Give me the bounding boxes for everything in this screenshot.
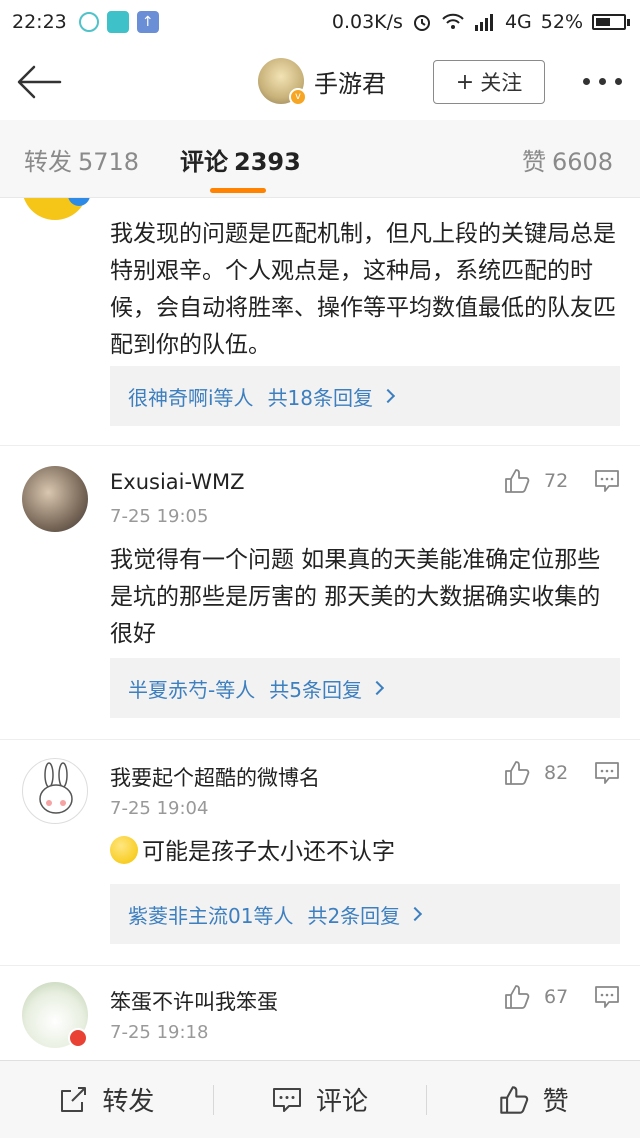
repost-button[interactable]: 转发: [0, 1081, 213, 1118]
comment-item: Exusiai-WMZ 7-25 19:05 72 我觉得有一个问题 如果真的天…: [0, 446, 640, 740]
like-count: 67: [544, 986, 569, 1008]
comment-time: 7-25 19:05: [110, 506, 209, 527]
headset-icon: [78, 12, 99, 32]
comment-text: 我发现的问题是匹配机制，但凡上段的关键局总是特别艰辛。个人观点是，这种局，系统匹…: [110, 221, 616, 358]
follow-label: 关注: [480, 71, 523, 95]
thumbs-up-icon[interactable]: [504, 760, 530, 786]
tab-label: 评论: [180, 148, 228, 176]
profile-header[interactable]: v 手游君: [258, 58, 386, 106]
reply-count[interactable]: 共18条回复: [268, 382, 373, 411]
comment-text: 可能是孩子太小还不认字: [110, 834, 620, 871]
reply-users[interactable]: 很神奇啊i等人: [128, 382, 254, 411]
chevron-right-icon: [369, 680, 385, 696]
comment-icon: [273, 1087, 301, 1112]
avatar[interactable]: [22, 466, 88, 532]
comment-username[interactable]: Exusiai-WMZ: [110, 470, 244, 494]
battery-percent: 52%: [540, 11, 583, 33]
reply-count[interactable]: 共2条回复: [307, 900, 400, 929]
active-tab-indicator: [210, 188, 266, 193]
tab-label: 赞: [522, 148, 546, 176]
tab-comments[interactable]: 评论 2393: [180, 142, 301, 177]
thumbs-up-icon[interactable]: [504, 984, 530, 1010]
smile-emoji-icon: [110, 836, 138, 864]
repost-label: 转发: [102, 1087, 155, 1117]
comment-item: 我要起个超酷的微博名 7-25 19:04 82 可能是孩子太小还不认字 紫菱非…: [0, 740, 640, 966]
bottom-action-bar: 转发 评论 赞: [0, 1060, 640, 1138]
avatar[interactable]: [22, 758, 88, 824]
comment-username[interactable]: 笨蛋不许叫我笨蛋: [110, 986, 278, 1016]
reply-summary[interactable]: 紫菱非主流01等人 共2条回复: [110, 884, 620, 944]
back-arrow-icon[interactable]: [16, 64, 62, 100]
verified-badge-icon: [68, 1028, 88, 1048]
follow-button[interactable]: + 关注: [433, 60, 545, 104]
bunny-avatar-icon: [39, 762, 73, 814]
alarm-icon: [413, 15, 430, 31]
comment-button[interactable]: 评论: [214, 1081, 427, 1118]
tab-count: 5718: [78, 148, 140, 176]
tab-label: 转发: [24, 148, 72, 176]
reply-summary[interactable]: 很神奇啊i等人 共18条回复: [110, 366, 620, 426]
tab-count: 6608: [552, 148, 614, 176]
comment-item: 我发现的问题是匹配机制，但凡上段的关键局总是特别艰辛。个人观点是，这种局，系统匹…: [0, 198, 640, 446]
tab-reposts[interactable]: 转发 5718: [24, 142, 139, 177]
tab-likes[interactable]: 赞 6608: [522, 142, 613, 177]
comment-item: 笨蛋不许叫我笨蛋 7-25 19:18 67: [0, 966, 640, 1060]
header: v 手游君 + 关注: [0, 44, 640, 120]
comment-actions: 82: [504, 760, 620, 786]
signal-icon: [474, 14, 493, 31]
tab-bar: 转发 5718 评论 2393 赞 6608: [0, 120, 640, 198]
share-icon: [61, 1086, 87, 1112]
reply-comment-icon[interactable]: [594, 468, 620, 494]
tab-count: 2393: [234, 148, 301, 176]
wifi-icon: [442, 13, 464, 29]
comment-label: 评论: [316, 1087, 369, 1117]
like-button[interactable]: 赞: [427, 1081, 640, 1118]
like-count: 82: [544, 762, 569, 784]
reply-summary[interactable]: 半夏赤芍-等人 共5条回复: [110, 658, 620, 718]
comment-list[interactable]: 我发现的问题是匹配机制，但凡上段的关键局总是特别艰辛。个人观点是，这种局，系统匹…: [0, 198, 640, 1060]
plus-icon: +: [455, 69, 475, 95]
comment-time: 7-25 19:04: [110, 798, 209, 819]
verified-badge-icon: v: [289, 88, 307, 106]
comment-username[interactable]: 我要起个超酷的微博名: [110, 762, 320, 792]
comment-actions: 72: [504, 468, 620, 494]
thumbs-up-icon: [499, 1085, 528, 1114]
page-title: 手游君: [314, 69, 386, 98]
comment-time: 7-25 19:18: [110, 1022, 209, 1043]
upload-icon: ↑: [136, 11, 159, 33]
comment-text: 我觉得有一个问题 如果真的天美能准确定位那些是坑的那些是厉害的 那天美的大数据确…: [110, 547, 601, 647]
comment-text-content: 可能是孩子太小还不认字: [142, 839, 395, 865]
avatar[interactable]: v: [258, 58, 307, 106]
battery-fill: [596, 18, 610, 26]
scan-icon: [106, 11, 129, 33]
more-options-icon[interactable]: [583, 78, 622, 85]
reply-comment-icon[interactable]: [594, 760, 620, 786]
network-speed: 0.03K/s: [331, 11, 403, 33]
thumbs-up-icon[interactable]: [504, 468, 530, 494]
comment-actions: 67: [504, 984, 620, 1010]
reply-comment-icon[interactable]: [594, 984, 620, 1010]
battery-icon: [592, 14, 630, 30]
network-type: 4G: [504, 11, 532, 33]
chevron-right-icon: [380, 388, 396, 404]
chevron-right-icon: [408, 906, 423, 922]
like-label: 赞: [542, 1087, 569, 1117]
reply-users[interactable]: 紫菱非主流01等人: [128, 900, 293, 929]
reply-users[interactable]: 半夏赤芍-等人: [128, 674, 255, 703]
status-time: 22:23: [12, 11, 67, 33]
reply-count[interactable]: 共5条回复: [269, 674, 362, 703]
status-bar: 22:23 ↑ 0.03K/s 4G 52%: [0, 0, 640, 44]
like-count: 72: [544, 470, 569, 492]
